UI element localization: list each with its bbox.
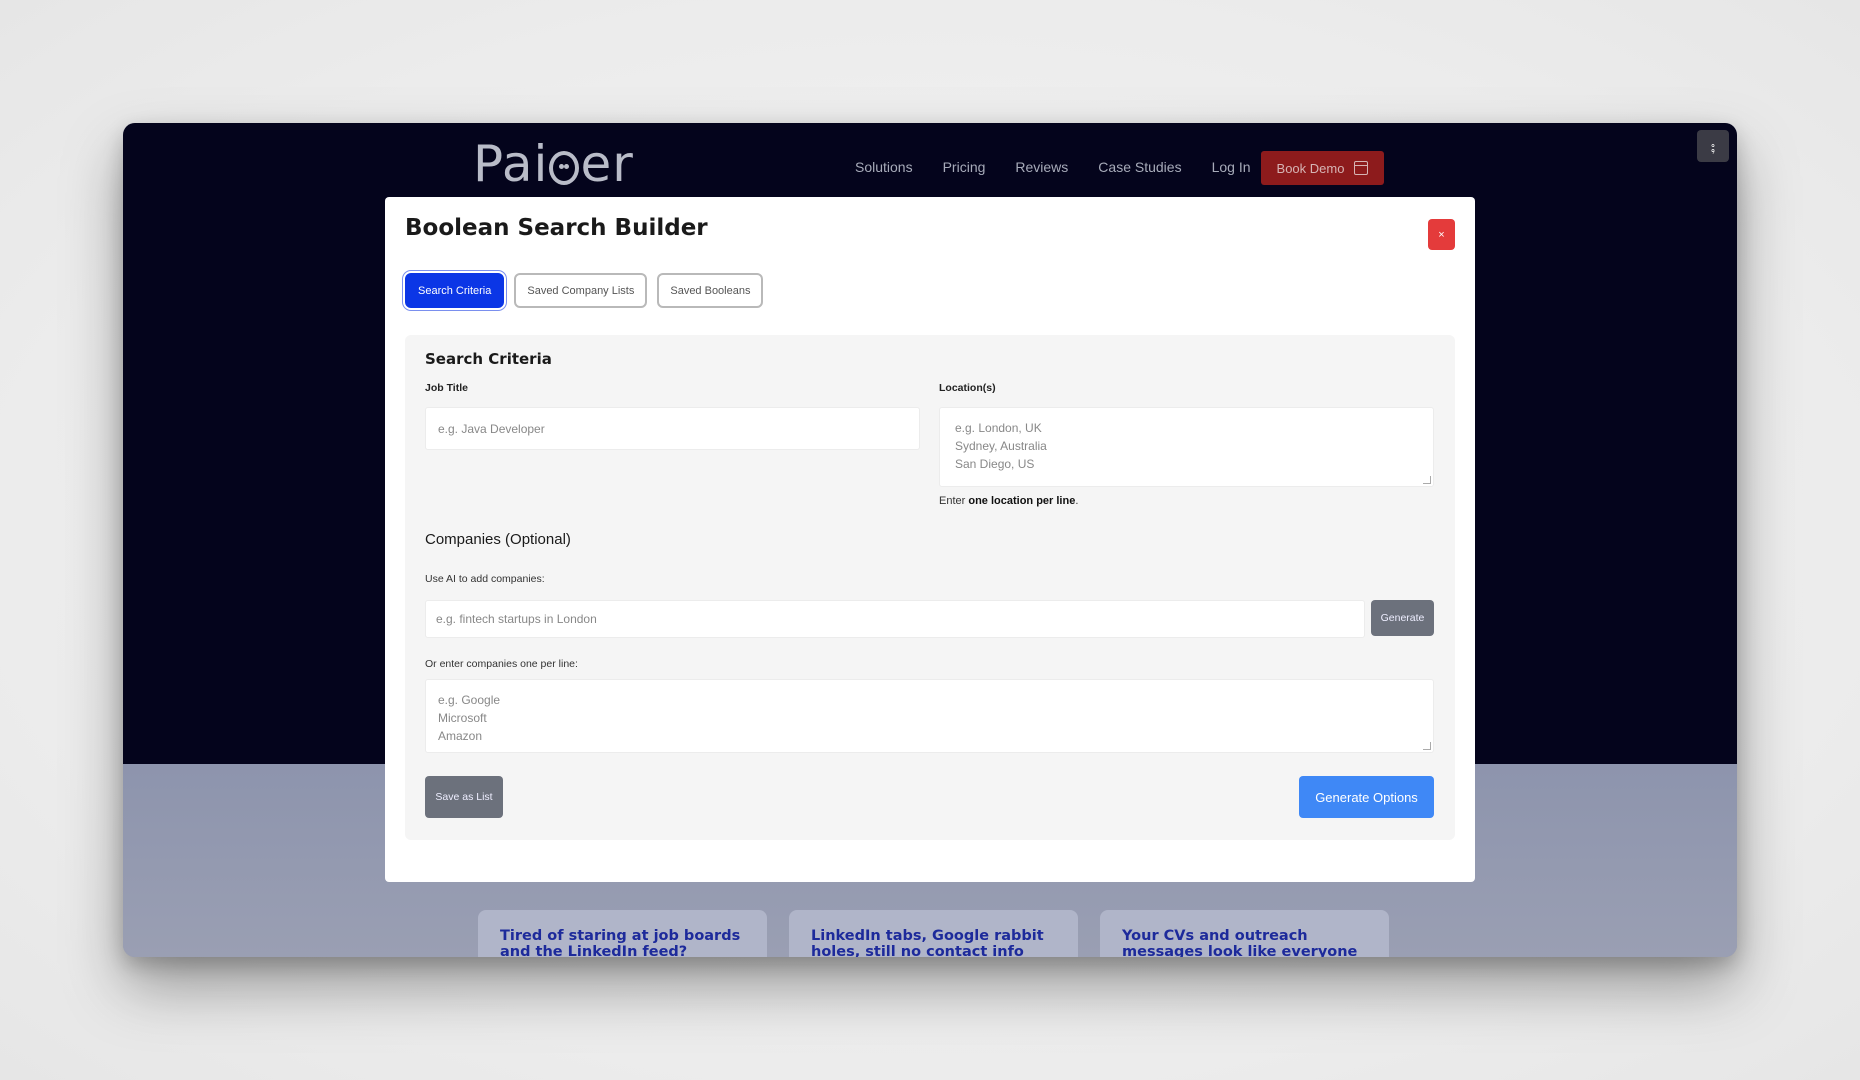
hint-suffix: . bbox=[1075, 495, 1079, 507]
companies-placeholder-line: Microsoft bbox=[438, 711, 487, 725]
feature-card-2: LinkedIn tabs, Google rabbit holes, stil… bbox=[789, 910, 1078, 957]
hint-bold: one location per line bbox=[968, 495, 1076, 507]
manual-companies-label: Or enter companies one per line: bbox=[425, 658, 578, 670]
boolean-search-modal: Boolean Search Builder × Search Criteria… bbox=[385, 197, 1475, 882]
hint-prefix: Enter bbox=[939, 495, 969, 507]
companies-title: Companies (Optional) bbox=[425, 531, 571, 548]
companies-placeholder-line: Amazon bbox=[438, 729, 483, 743]
logo-robot-icon bbox=[549, 151, 580, 185]
backdrop: Pai er Solutions Pricing Reviews Case Stu… bbox=[0, 0, 1860, 1080]
locations-placeholder-line: e.g. London, UK bbox=[955, 421, 1042, 435]
companies-placeholder-line: e.g. Google bbox=[438, 693, 501, 707]
job-title-placeholder: e.g. Java Developer bbox=[438, 421, 545, 436]
ai-companies-label: Use AI to add companies: bbox=[425, 573, 545, 585]
job-title-label: Job Title bbox=[425, 382, 468, 394]
save-as-list-button[interactable]: Save as List bbox=[425, 776, 503, 818]
generate-options-button[interactable]: Generate Options bbox=[1299, 776, 1434, 818]
companies-textarea[interactable]: e.g. Google Microsoft Amazon bbox=[425, 679, 1434, 753]
locations-textarea[interactable]: e.g. London, UK Sydney, Australia San Di… bbox=[939, 407, 1434, 487]
nav-case-studies[interactable]: Case Studies bbox=[1098, 159, 1181, 175]
modal-tabs: Search Criteria Saved Company Lists Save… bbox=[405, 273, 764, 308]
nav-reviews[interactable]: Reviews bbox=[1015, 159, 1068, 175]
nav-solutions[interactable]: Solutions bbox=[855, 159, 913, 175]
generate-button[interactable]: Generate bbox=[1371, 600, 1434, 636]
close-button[interactable]: × bbox=[1428, 219, 1455, 250]
resize-handle-icon[interactable] bbox=[1423, 476, 1431, 484]
logo[interactable]: Pai er bbox=[473, 135, 634, 193]
locations-placeholder-line: San Diego, US bbox=[955, 457, 1035, 471]
top-nav: Solutions Pricing Reviews Case Studies L… bbox=[855, 159, 1251, 175]
job-title-input[interactable]: e.g. Java Developer bbox=[425, 407, 920, 450]
nav-pricing[interactable]: Pricing bbox=[943, 159, 986, 175]
hubspot-sprocket-icon[interactable]: ⨟ bbox=[1697, 130, 1729, 162]
locations-placeholder-line: Sydney, Australia bbox=[955, 439, 1047, 453]
ai-companies-placeholder: e.g. fintech startups in London bbox=[436, 612, 597, 626]
book-demo-button[interactable]: Book Demo bbox=[1261, 151, 1384, 185]
search-criteria-panel: Search Criteria Job Title e.g. Java Deve… bbox=[405, 335, 1455, 840]
feature-card-3: Your CVs and outreach messages look like… bbox=[1100, 910, 1389, 957]
tab-saved-company-lists[interactable]: Saved Company Lists bbox=[514, 273, 648, 308]
modal-title: Boolean Search Builder bbox=[405, 215, 708, 241]
tab-saved-booleans[interactable]: Saved Booleans bbox=[657, 273, 764, 308]
locations-hint: Enter one location per line. bbox=[939, 495, 1078, 507]
resize-handle-icon[interactable] bbox=[1423, 742, 1431, 750]
section-title: Search Criteria bbox=[425, 350, 552, 368]
book-demo-label: Book Demo bbox=[1276, 160, 1345, 176]
locations-label: Location(s) bbox=[939, 382, 996, 394]
tab-search-criteria[interactable]: Search Criteria bbox=[405, 273, 505, 308]
calendar-icon bbox=[1354, 161, 1369, 175]
feature-card-1: Tired of staring at job boards and the L… bbox=[478, 910, 767, 957]
ai-companies-input[interactable]: e.g. fintech startups in London bbox=[425, 600, 1365, 638]
nav-log-in[interactable]: Log In bbox=[1212, 159, 1251, 175]
